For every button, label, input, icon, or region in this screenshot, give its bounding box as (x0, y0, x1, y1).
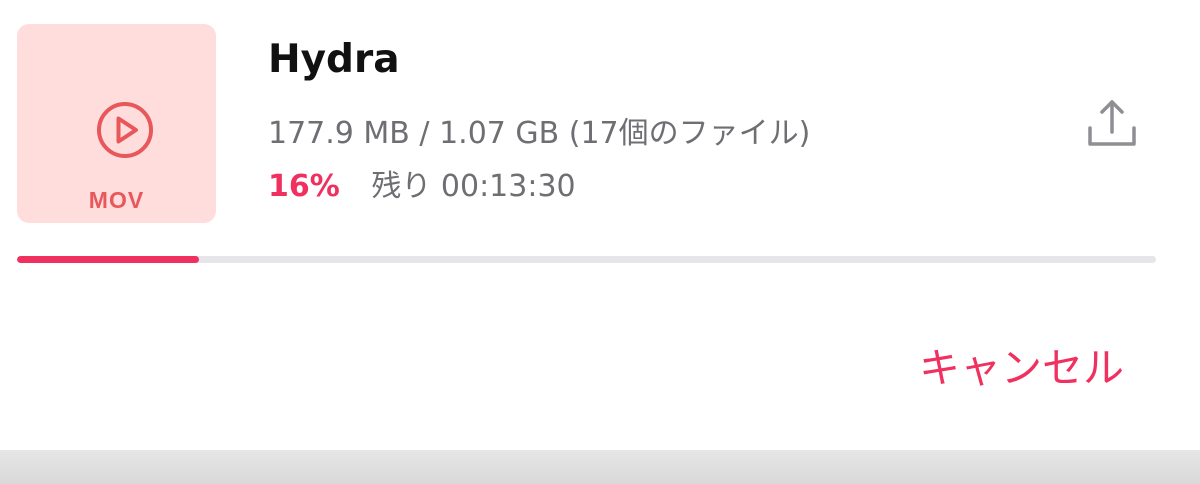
share-button[interactable] (1082, 94, 1142, 154)
progress-percent: 16% (268, 169, 340, 204)
download-progress-fill (17, 256, 200, 263)
file-title: Hydra (268, 37, 400, 82)
time-remaining: 残り 00:13:30 (371, 169, 576, 204)
file-format-label: MOV (88, 187, 145, 213)
file-size-info: 177.9 MB / 1.07 GB (17個のファイル) (268, 116, 811, 151)
file-thumbnail[interactable]: MOV (17, 24, 216, 223)
download-item-card: MOV Hydra 177.9 MB / 1.07 GB (17個のファイル) … (0, 0, 1200, 450)
bottom-separator (0, 450, 1200, 484)
progress-status: 16% 残り 00:13:30 (268, 161, 576, 205)
cancel-button[interactable]: キャンセル (919, 334, 1124, 394)
play-circle-icon (95, 100, 155, 160)
download-progress-bar (17, 256, 1156, 263)
share-upload-icon (1088, 100, 1136, 146)
